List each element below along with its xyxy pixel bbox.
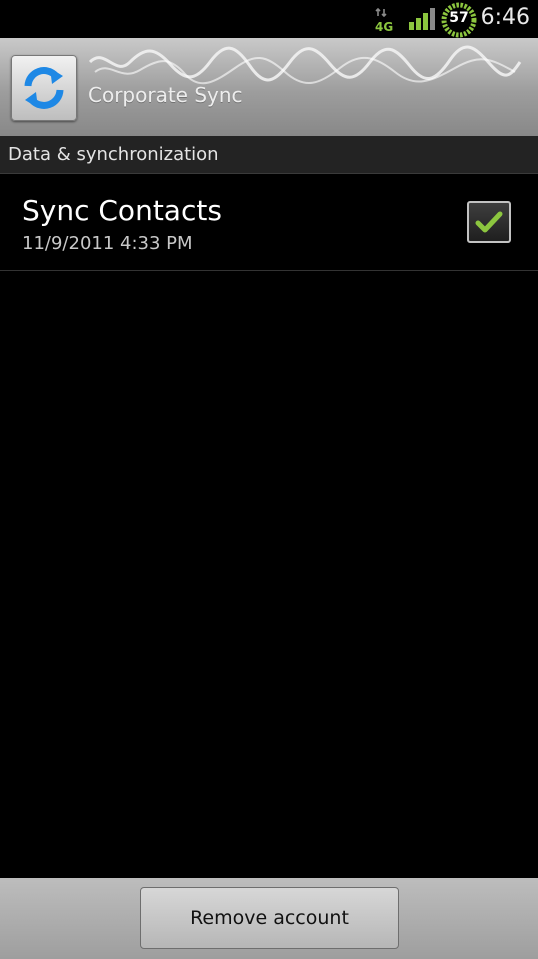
sync-contacts-row[interactable]: Sync Contacts 11/9/2011 4:33 PM — [0, 174, 538, 271]
page-title: Corporate Sync — [88, 83, 243, 107]
4g-data-icon: 4G — [374, 7, 394, 34]
sync-icon[interactable] — [11, 55, 77, 121]
section-title: Data & synchronization — [8, 144, 219, 165]
status-bar: 4G 57 6:46 — [0, 0, 538, 38]
battery-icon: 57 — [440, 2, 478, 38]
signal-strength-icon — [408, 8, 436, 30]
status-time: 6:46 — [480, 5, 530, 30]
battery-level: 57 — [449, 10, 469, 26]
sync-item-title: Sync Contacts — [22, 194, 222, 227]
network-type-label: 4G — [375, 20, 393, 33]
bottom-bar: Remove account — [0, 878, 538, 959]
remove-account-button[interactable]: Remove account — [140, 887, 399, 949]
section-header: Data & synchronization — [0, 136, 538, 174]
checkmark-icon — [475, 211, 503, 233]
sync-item-timestamp: 11/9/2011 4:33 PM — [22, 233, 193, 254]
title-bar: Corporate Sync — [0, 38, 538, 136]
sync-contacts-checkbox[interactable] — [467, 201, 511, 243]
